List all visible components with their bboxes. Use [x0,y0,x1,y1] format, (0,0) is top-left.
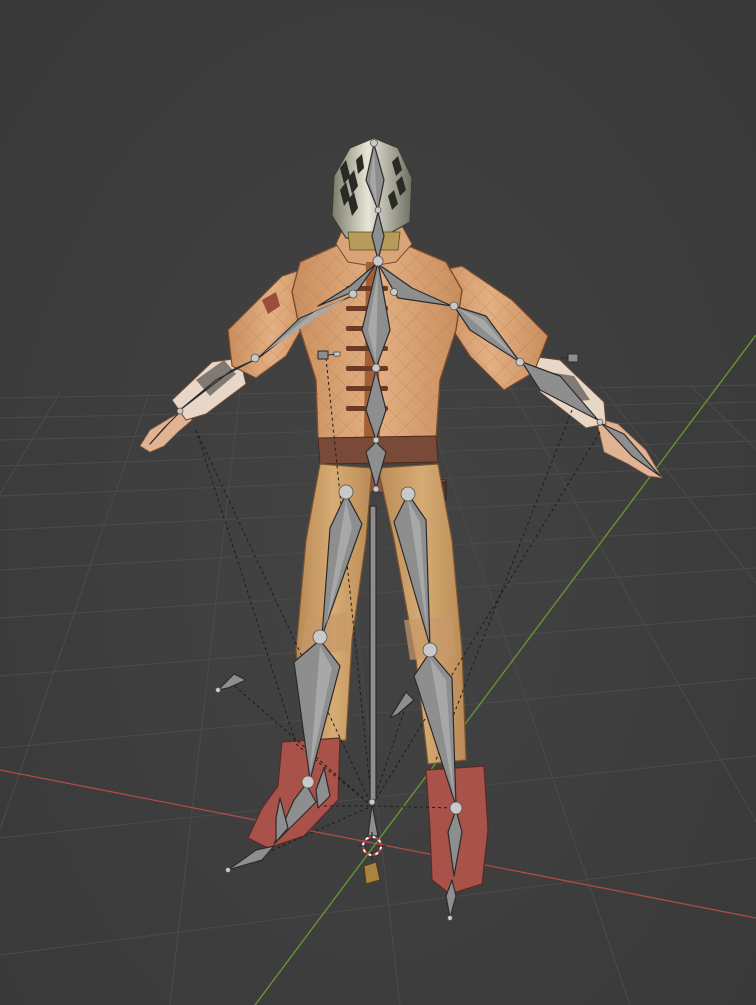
bone-heel-r[interactable] [367,803,379,837]
3d-viewport[interactable] [0,0,756,1005]
bone-root[interactable] [369,505,377,801]
bone-pole-r[interactable] [389,691,415,719]
bone-toe-l[interactable] [227,845,275,871]
elbow-target-r[interactable] [560,353,579,363]
bone-pole-l[interactable] [217,673,247,691]
3d-cursor-icon[interactable] [358,832,386,885]
root-control[interactable] [363,861,381,885]
viewport-canvas[interactable] [0,0,756,1005]
x-axis-line [0,769,756,919]
